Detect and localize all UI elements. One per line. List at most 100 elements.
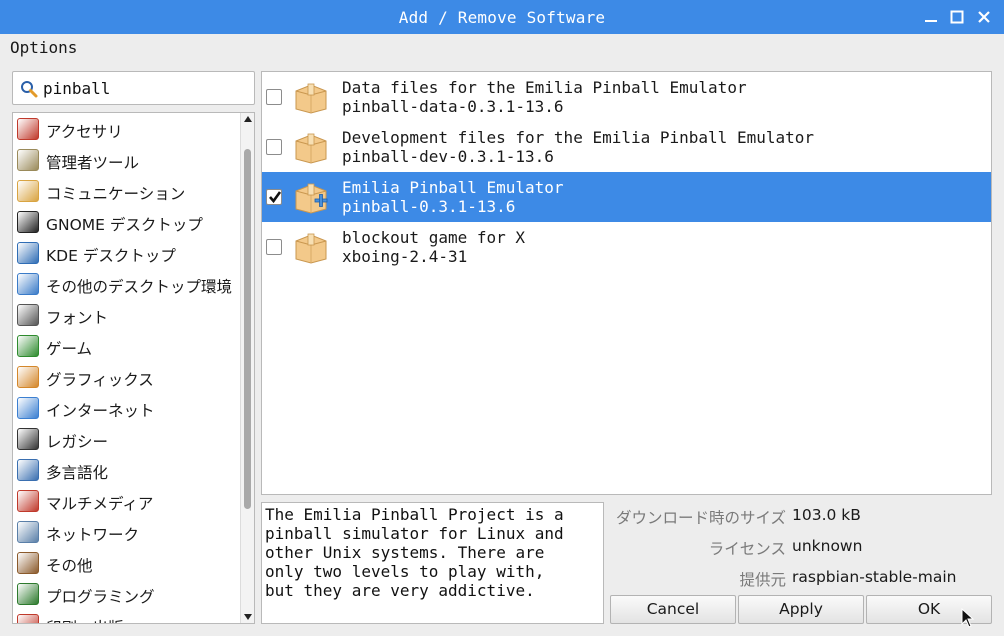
category-list: アクセサリ管理者ツールコミュニケーション GNOME デスクトップ KDE デスクト…: [12, 112, 255, 624]
category-item[interactable]: 管理者ツール: [13, 145, 241, 176]
box-icon: [17, 552, 39, 574]
multimedia-icon: [17, 490, 39, 512]
category-item[interactable]: マルチメディア: [13, 486, 241, 517]
scroll-down-icon[interactable]: [244, 614, 252, 620]
category-item[interactable]: ゲーム: [13, 331, 241, 362]
package-name: Data files for the Emilia Pinball Emulat…: [342, 78, 747, 97]
package-version: pinball-data-0.3.1-13.6: [342, 97, 564, 116]
print-icon: [17, 614, 39, 623]
download-size-label: ダウンロード時のサイズ: [615, 509, 786, 527]
package-version: xboing-2.4-31: [342, 247, 468, 266]
category-label: 多言語化: [46, 464, 109, 482]
category-label: ネットワーク: [46, 526, 140, 544]
package-list: Data files for the Emilia Pinball Emulat…: [261, 71, 992, 495]
game-invader-icon: [17, 335, 39, 357]
package-row[interactable]: Development files for the Emilia Pinball…: [262, 122, 991, 172]
category-item[interactable]: KDE デスクトップ: [13, 238, 241, 269]
package-description: The Emilia Pinball Project is a pinball …: [261, 502, 604, 624]
search-icon: [19, 79, 39, 103]
category-item[interactable]: グラフィックス: [13, 362, 241, 393]
category-item[interactable]: アクセサリ: [13, 114, 241, 145]
package-checkbox[interactable]: [266, 89, 282, 105]
category-label: アクセサリ: [46, 123, 123, 141]
category-label: レガシー: [46, 433, 109, 451]
gnome-foot-icon: [17, 211, 39, 233]
package-box-icon: [293, 130, 329, 164]
package-box-icon: [293, 80, 329, 114]
category-item[interactable]: インターネット: [13, 393, 241, 424]
apply-button[interactable]: Apply: [738, 595, 864, 624]
globe-icon: [17, 397, 39, 419]
package-checkbox[interactable]: [266, 239, 282, 255]
category-item[interactable]: GNOME デスクトップ: [13, 207, 241, 238]
category-item[interactable]: その他のデスクトップ環境: [13, 269, 241, 300]
package-install-icon: [293, 180, 329, 214]
category-label: その他のデスクトップ環境: [46, 278, 233, 296]
source-value: raspbian-stable-main: [792, 568, 957, 586]
category-label: マルチメディア: [46, 495, 154, 513]
package-box-icon: [293, 230, 329, 264]
category-label: インターネット: [46, 402, 155, 420]
package-name: Emilia Pinball Emulator: [342, 178, 564, 197]
menu-bar: Options: [0, 34, 1004, 62]
package-row[interactable]: Emilia Pinball Emulator pinball-0.3.1-13.…: [262, 172, 991, 222]
category-label: その他: [46, 557, 93, 575]
category-item[interactable]: レガシー: [13, 424, 241, 455]
category-label: グラフィックス: [46, 371, 154, 389]
license-value: unknown: [792, 537, 863, 555]
search-input[interactable]: [43, 77, 248, 99]
category-item[interactable]: 印刷・出版: [13, 610, 241, 623]
source-label: 提供元: [739, 571, 786, 589]
desktop-icon: [17, 273, 39, 295]
download-size-value: 103.0 kB: [792, 506, 861, 524]
admin-tools-icon: [17, 149, 39, 171]
download-size-row: ダウンロード時のサイズ 103.0 kB: [610, 504, 994, 527]
package-name: Development files for the Emilia Pinball…: [342, 128, 815, 147]
category-item[interactable]: コミュニケーション: [13, 176, 241, 207]
communication-icon: [17, 180, 39, 202]
graphics-brush-icon: [17, 366, 39, 388]
package-checkbox[interactable]: [266, 189, 282, 205]
category-label: KDE デスクトップ: [46, 247, 176, 265]
category-label: プログラミング: [46, 588, 155, 606]
category-item[interactable]: 多言語化: [13, 455, 241, 486]
scrollbar-thumb[interactable]: [244, 149, 251, 509]
maximize-icon[interactable]: [948, 8, 966, 26]
source-row: 提供元 raspbian-stable-main: [610, 566, 994, 589]
network-icon: [17, 521, 39, 543]
category-scrollbar[interactable]: [240, 113, 254, 623]
cancel-button[interactable]: Cancel: [610, 595, 736, 624]
category-item[interactable]: ネットワーク: [13, 517, 241, 548]
category-label: 管理者ツール: [46, 154, 140, 172]
package-checkbox[interactable]: [266, 139, 282, 155]
category-label: フォント: [46, 309, 109, 327]
category-label: 印刷・出版: [46, 616, 124, 623]
window-title: Add / Remove Software: [398, 8, 606, 27]
category-item[interactable]: その他: [13, 548, 241, 579]
package-row[interactable]: blockout game for Xxboing-2.4-31: [262, 222, 991, 272]
license-row: ライセンス unknown: [610, 535, 994, 558]
package-version: pinball-dev-0.3.1-13.6: [342, 147, 554, 166]
category-label: ゲーム: [46, 340, 93, 358]
scroll-up-icon[interactable]: [244, 116, 252, 122]
search-box[interactable]: [12, 71, 255, 105]
font-icon: [17, 304, 39, 326]
language-icon: [17, 459, 39, 481]
category-item[interactable]: フォント: [13, 300, 241, 331]
kde-icon: [17, 242, 39, 264]
category-label: GNOME デスクトップ: [46, 216, 203, 234]
mouse-cursor-icon: [961, 607, 975, 632]
package-name: blockout game for X: [342, 228, 526, 247]
close-icon[interactable]: [975, 8, 993, 26]
minimize-icon[interactable]: [922, 8, 940, 26]
category-item[interactable]: プログラミング: [13, 579, 241, 610]
package-version: pinball-0.3.1-13.6: [342, 197, 516, 216]
title-bar: Add / Remove Software: [0, 0, 1004, 34]
accessories-icon: [17, 118, 39, 140]
programming-icon: [17, 583, 39, 605]
package-row[interactable]: Data files for the Emilia Pinball Emulat…: [262, 72, 991, 122]
category-label: コミュニケーション: [46, 185, 186, 203]
floppy-icon: [17, 428, 39, 450]
menu-options[interactable]: Options: [10, 38, 77, 57]
license-label: ライセンス: [708, 540, 786, 558]
